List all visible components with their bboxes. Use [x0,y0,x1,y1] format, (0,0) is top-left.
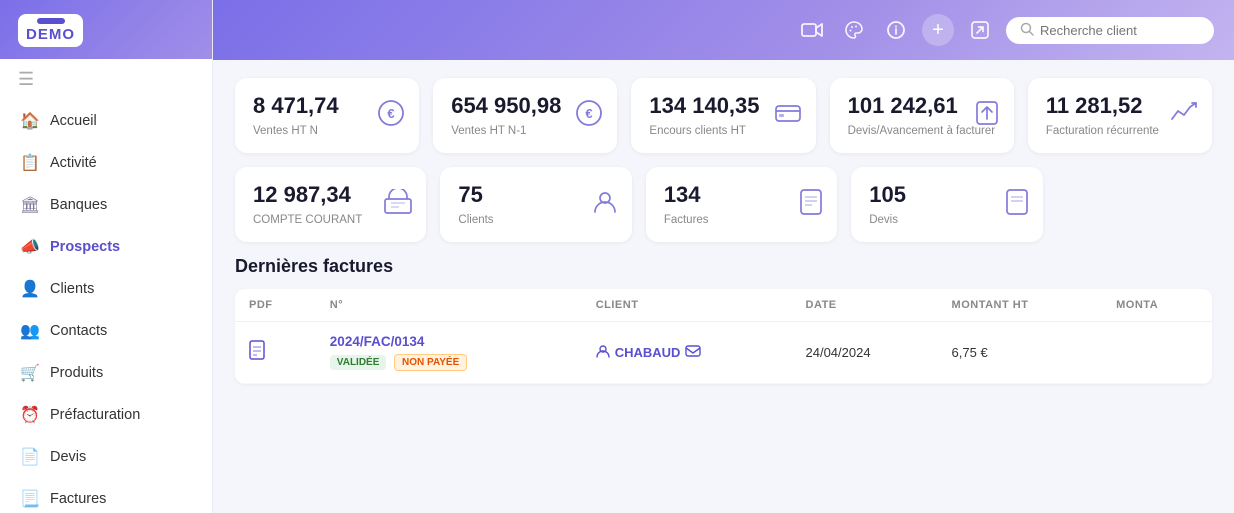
logo: DEMO [18,14,83,47]
kpi-row-1: 8 471,74 Ventes HT N € 654 950,98 Ventes… [235,78,1212,153]
kpi-icon-compte-courant [384,189,412,221]
kpi-label-devis: Devis [869,213,1024,228]
kpi-value-clients: 75 [458,183,613,207]
devis-icon: 📄 [20,447,40,467]
kpi-label-factures: Factures [664,213,819,228]
col-client: CLIENT [582,289,792,322]
activity-icon: 📋 [20,153,40,173]
sidebar-item-devis[interactable]: 📄 Devis [0,436,212,478]
cell-client: CHABAUD [582,322,792,384]
palette-icon[interactable] [838,14,870,46]
client-email-icon[interactable] [685,345,701,360]
cell-pdf [235,322,316,384]
kpi-ventes-ht-n1: 654 950,98 Ventes HT N-1 € [433,78,617,153]
logo-area: DEMO [0,0,212,59]
kpi-icon-ventes-ht-n1: € [575,99,603,133]
home-icon: 🏠 [20,111,40,131]
export-icon[interactable] [964,14,996,46]
cell-montant-ht: 6,75 € [938,322,1103,384]
search-icon [1020,22,1034,39]
info-icon[interactable] [880,14,912,46]
content: 8 471,74 Ventes HT N € 654 950,98 Ventes… [213,60,1234,513]
sidebar-label-banques: Banques [50,197,107,213]
sidebar-item-accueil[interactable]: 🏠 Accueil [0,100,212,142]
client-user-icon [596,344,610,361]
kpi-facturation-recurrente: 11 281,52 Facturation récurrente [1028,78,1212,153]
products-icon: 🛒 [20,363,40,383]
sidebar-label-contacts: Contacts [50,323,107,339]
col-montant-ht: MONTANT HT [938,289,1103,322]
sidebar-item-banques[interactable]: 🏛 Banques [0,184,212,226]
badge-validee: VALIDÉE [330,355,387,370]
sidebar-label-produits: Produits [50,365,103,381]
kpi-compte-courant: 12 987,34 COMPTE COURANT [235,167,426,242]
client-name[interactable]: CHABAUD [615,345,681,360]
col-pdf: PDF [235,289,316,322]
kpi-clients: 75 Clients [440,167,631,242]
cell-date: 24/04/2024 [792,322,938,384]
factures-icon: 📃 [20,489,40,509]
kpi-empty [1057,167,1212,242]
kpi-ventes-ht-n: 8 471,74 Ventes HT N € [235,78,419,153]
kpi-value-factures: 134 [664,183,819,207]
col-monta: MONTA [1102,289,1212,322]
sidebar-label-prefacturation: Préfacturation [50,407,140,423]
sidebar-label-accueil: Accueil [50,113,97,129]
cell-numero: 2024/FAC/0134 VALIDÉE NON PAYÉE [316,322,582,384]
col-numero: N° [316,289,582,322]
kpi-row-2: 12 987,34 COMPTE COURANT 75 Clients 134 … [235,167,1212,242]
sidebar-item-clients[interactable]: 👤 Clients [0,268,212,310]
search-box[interactable] [1006,17,1214,44]
svg-text:€: € [388,106,395,121]
main-wrapper: + 8 471,74 Ventes HT N € [213,0,1234,513]
sidebar: DEMO ☰ 🏠 Accueil 📋 Activité 🏛 Banques 📣 … [0,0,213,513]
menu-toggle-icon[interactable]: ☰ [0,59,212,100]
contacts-icon: 👥 [20,321,40,341]
sidebar-item-factures[interactable]: 📃 Factures [0,478,212,513]
kpi-devis: 105 Devis [851,167,1042,242]
kpi-icon-clients [592,189,618,221]
kpi-icon-encours [774,101,802,131]
kpi-icon-ventes-ht-n: € [377,99,405,133]
kpi-icon-devis [1005,188,1029,222]
pdf-icon[interactable] [249,347,265,364]
sidebar-item-contacts[interactable]: 👥 Contacts [0,310,212,352]
sidebar-nav: 🏠 Accueil 📋 Activité 🏛 Banques 📣 Prospec… [0,100,212,513]
sidebar-item-prefacturation[interactable]: ⏰ Préfacturation [0,394,212,436]
section-title-factures: Dernières factures [235,256,1212,277]
table-row: 2024/FAC/0134 VALIDÉE NON PAYÉE CHABA [235,322,1212,384]
kpi-icon-factures [799,188,823,222]
bank-icon: 🏛 [20,195,40,215]
kpi-value-devis: 105 [869,183,1024,207]
col-date: DATE [792,289,938,322]
header: + [213,0,1234,60]
sidebar-label-factures: Factures [50,491,106,507]
kpi-label-clients: Clients [458,213,613,228]
sidebar-item-activite[interactable]: 📋 Activité [0,142,212,184]
sidebar-label-prospects: Prospects [50,239,120,255]
invoice-link[interactable]: 2024/FAC/0134 [330,334,425,349]
kpi-factures: 134 Factures [646,167,837,242]
video-icon[interactable] [796,14,828,46]
prefact-icon: ⏰ [20,405,40,425]
invoice-table: PDF N° CLIENT DATE MONTANT HT MONTA [235,289,1212,384]
sidebar-label-clients: Clients [50,281,94,297]
kpi-encours: 134 140,35 Encours clients HT [631,78,815,153]
kpi-icon-devis-avancement [974,99,1000,133]
svg-text:€: € [586,106,593,121]
sidebar-item-produits[interactable]: 🛒 Produits [0,352,212,394]
prospects-icon: 📣 [20,237,40,257]
clients-icon: 👤 [20,279,40,299]
sidebar-item-prospects[interactable]: 📣 Prospects [0,226,212,268]
search-input[interactable] [1040,23,1200,38]
cell-monta [1102,322,1212,384]
sidebar-label-devis: Devis [50,449,86,465]
badge-non-payee: NON PAYÉE [394,354,467,371]
add-button[interactable]: + [922,14,954,46]
sidebar-label-activite: Activité [50,155,97,171]
kpi-icon-facturation-recurrente [1170,101,1198,131]
kpi-devis-avancement: 101 242,61 Devis/Avancement à facturer [830,78,1014,153]
